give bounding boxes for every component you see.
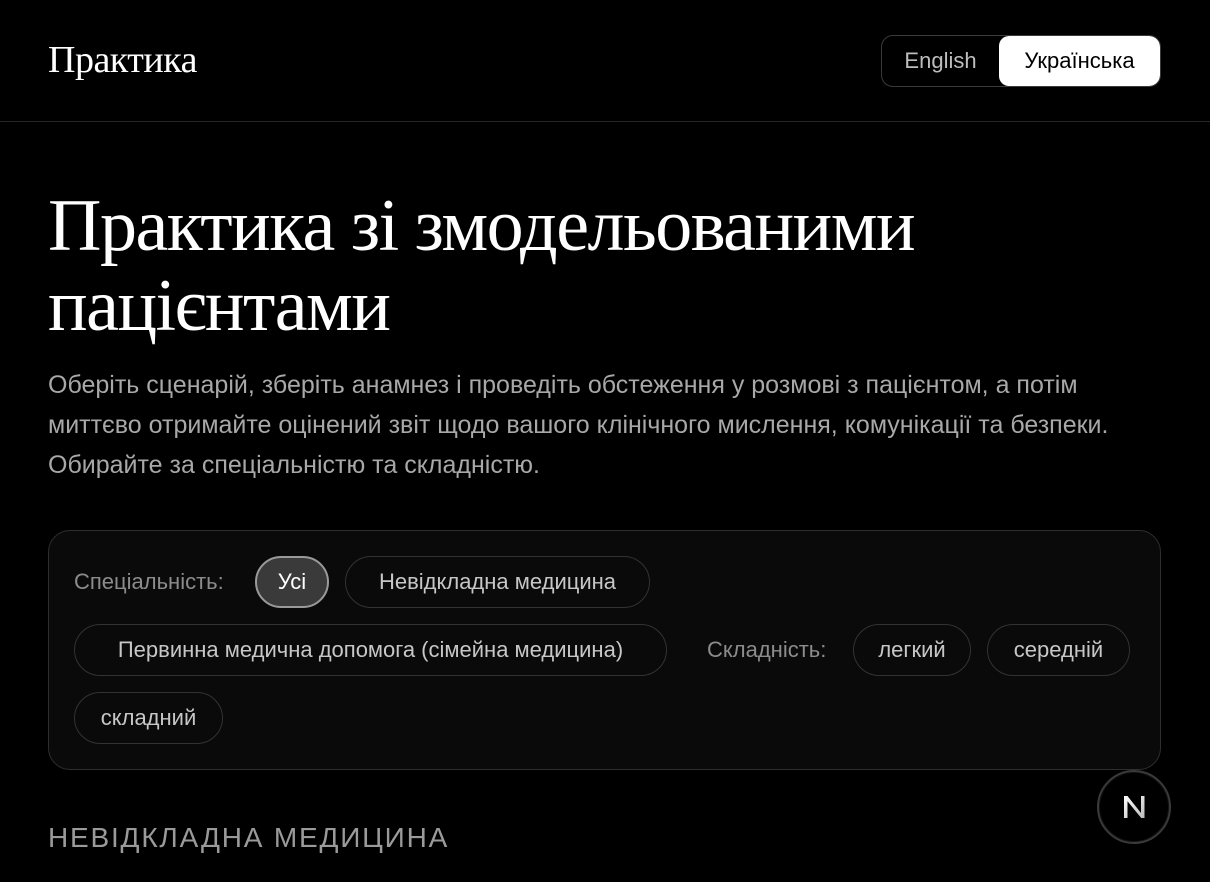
specialty-chip-emergency[interactable]: Невідкладна медицина — [345, 556, 650, 608]
next-logo-icon — [1124, 796, 1145, 818]
filter-panel: Спеціальність: Усі Невідкладна медицина … — [48, 530, 1161, 770]
difficulty-label: Складність: — [707, 637, 827, 662]
specialty-chip-primary-care[interactable]: Первинна медична допомога (сімейна медиц… — [74, 624, 667, 676]
brand-logo[interactable]: Практика — [48, 38, 197, 82]
difficulty-chip-easy[interactable]: легкий — [853, 624, 971, 676]
language-switcher: English Українська — [881, 35, 1161, 87]
page-title: Практика зі змодельованими пацієнтами — [48, 185, 916, 347]
difficulty-chip-hard[interactable]: складний — [74, 692, 223, 744]
top-bar: Практика English Українська — [0, 0, 1210, 122]
specialty-label: Спеціальність: — [74, 569, 224, 594]
page-description: Оберіть сценарій, зберіть анамнез і пров… — [48, 371, 1109, 479]
difficulty-chip-medium[interactable]: середній — [987, 624, 1130, 676]
specialty-chip-all[interactable]: Усі — [255, 556, 329, 608]
language-ukrainian-button[interactable]: Українська — [999, 36, 1160, 86]
language-english-button[interactable]: English — [882, 36, 999, 86]
next-devtools-button[interactable] — [1097, 770, 1171, 844]
section-heading-emergency: НЕВІДКЛАДНА МЕДИЦИНА — [48, 822, 450, 853]
